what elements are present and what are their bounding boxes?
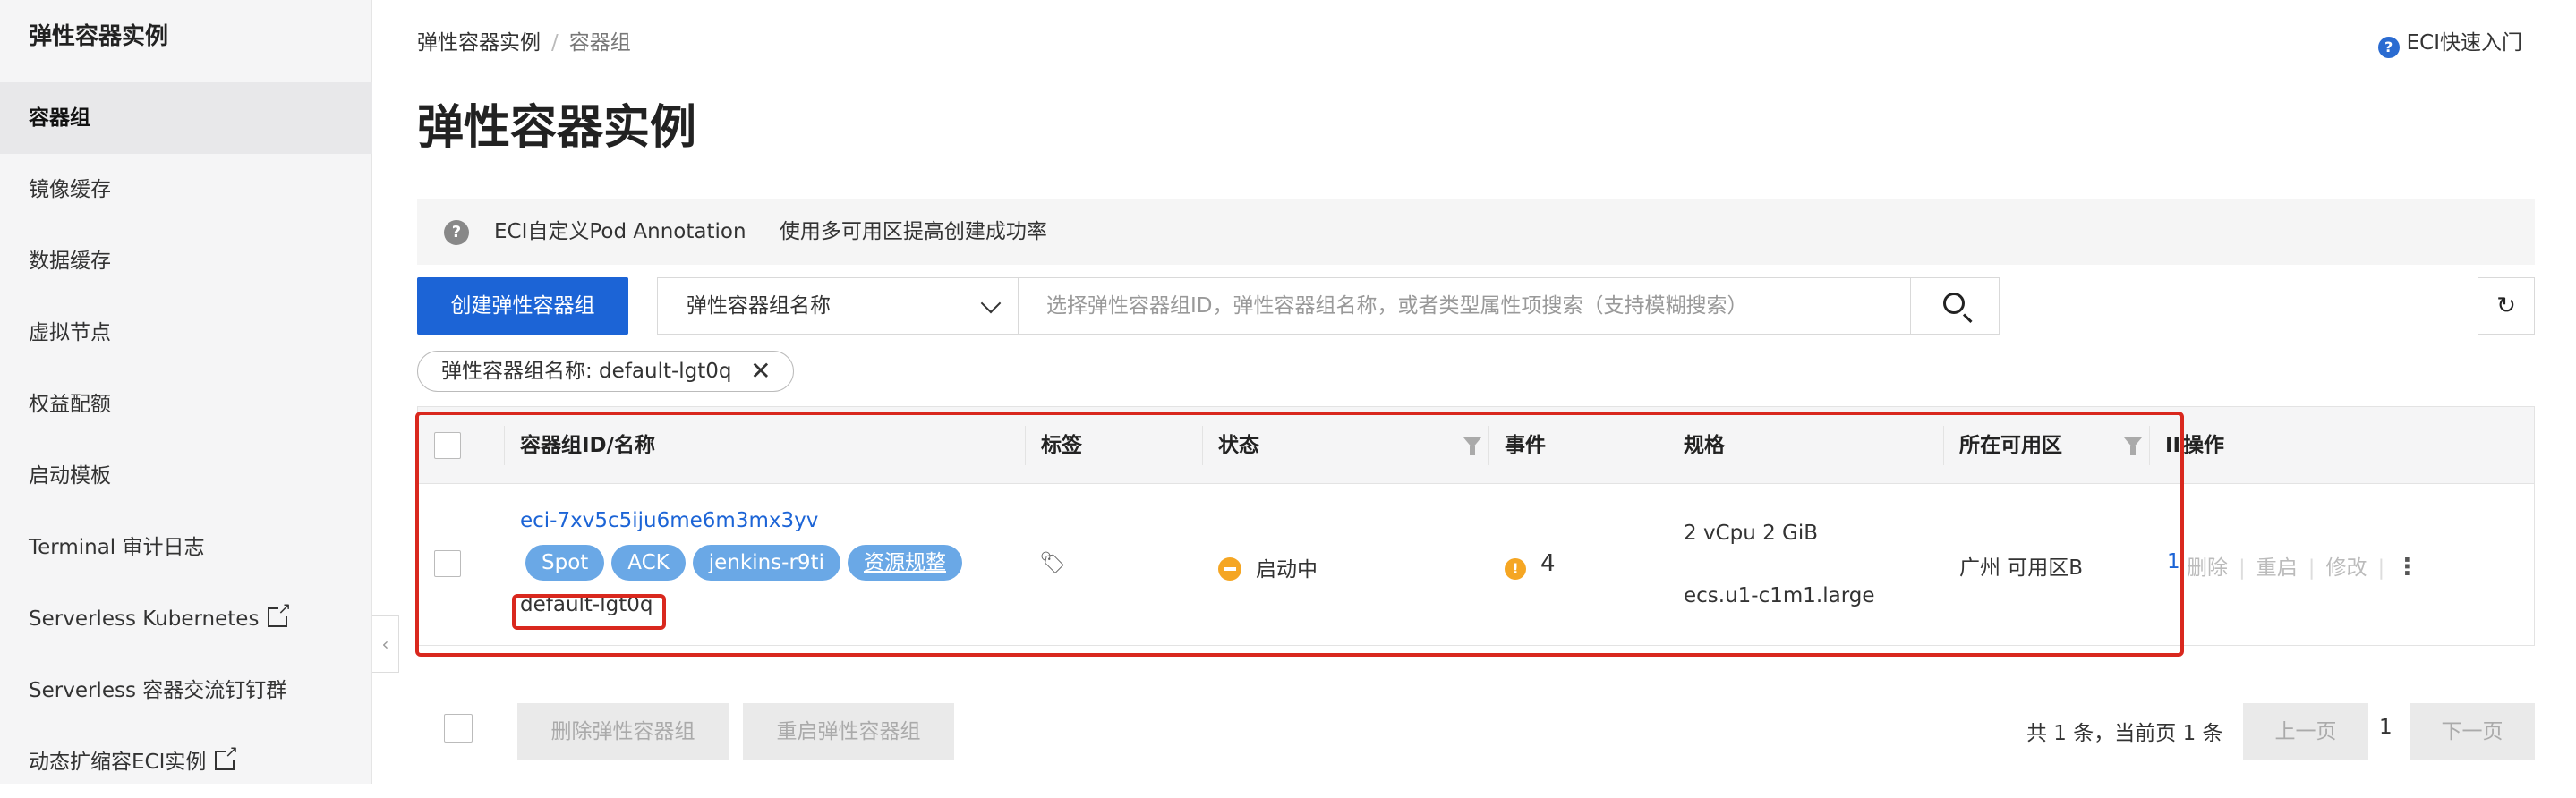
sidebar-item-label: 权益配额: [29, 393, 111, 416]
sidebar-item-label: Terminal 审计日志: [29, 536, 205, 559]
notice-link-multizone[interactable]: 使用多可用区提高创建成功率: [780, 220, 1047, 243]
restart-action[interactable]: 重启: [2256, 556, 2298, 580]
sidebar-item-label: 容器组: [29, 106, 90, 130]
close-icon[interactable]: ✕: [750, 352, 771, 391]
breadcrumb-root[interactable]: 弹性容器实例: [417, 31, 541, 55]
current-page-number[interactable]: 1: [2379, 716, 2393, 739]
highlight-box-name: [512, 594, 666, 630]
search-icon: [1943, 293, 1965, 314]
quickstart-link[interactable]: ? ECI快速入门: [2377, 25, 2522, 58]
pagination-total: 共 1 条，当前页 1 条: [2026, 722, 2223, 745]
bulk-delete-button[interactable]: 删除弹性容器组: [517, 703, 729, 760]
delete-action[interactable]: 删除: [2187, 556, 2228, 580]
sidebar-item-label: 动态扩缩容ECI实例: [29, 751, 207, 774]
highlight-box-row: [415, 412, 2184, 657]
page: 弹性容器实例 容器组 镜像缓存 数据缓存 虚拟节点 权益配额 启动模板 Term…: [0, 0, 2576, 784]
next-page-button[interactable]: 下一页: [2410, 703, 2535, 760]
sidebar-item-terminal-audit[interactable]: Terminal 审计日志: [0, 512, 372, 583]
sidebar-item-launch-template[interactable]: 启动模板: [0, 440, 372, 512]
search-button[interactable]: [1910, 277, 2000, 335]
sidebar-item-dingtalk-group[interactable]: Serverless 容器交流钉钉群: [0, 655, 372, 726]
column-header-actions: 操作: [2183, 434, 2224, 457]
breadcrumb: 弹性容器实例 / 容器组: [417, 25, 631, 55]
search-field-select[interactable]: 弹性容器组名称: [657, 277, 1019, 335]
sidebar-item-virtual-node[interactable]: 虚拟节点: [0, 297, 372, 369]
sidebar-collapse-button[interactable]: ‹: [372, 615, 399, 673]
chevron-down-icon: [980, 293, 1002, 314]
sidebar-item-label: Serverless Kubernetes: [29, 607, 260, 631]
breadcrumb-separator: /: [551, 31, 559, 55]
sidebar-item-quota[interactable]: 权益配额: [0, 369, 372, 440]
refresh-icon: ↻: [2496, 293, 2516, 319]
breadcrumb-current: 容器组: [568, 31, 631, 55]
sidebar-title: 弹性容器实例: [29, 23, 169, 50]
external-link-icon: [215, 743, 238, 770]
refresh-button[interactable]: ↻: [2478, 277, 2535, 335]
actions-cell: 删除 | 重启 | 修改 | ⋮: [2187, 554, 2419, 581]
notice-link-annotation[interactable]: ECI自定义Pod Annotation: [494, 220, 746, 243]
notice-bar: ? ECI自定义Pod Annotation 使用多可用区提高创建成功率: [417, 199, 2535, 265]
sidebar-item-label: 数据缓存: [29, 250, 111, 273]
sidebar-item-label: 虚拟节点: [29, 321, 111, 344]
search-field-value: 弹性容器组名称: [687, 294, 831, 318]
sidebar: 弹性容器实例 容器组 镜像缓存 数据缓存 虚拟节点 权益配额 启动模板 Term…: [0, 0, 372, 784]
quickstart-label: ECI快速入门: [2406, 31, 2522, 55]
sidebar-item-image-cache[interactable]: 镜像缓存: [0, 154, 372, 225]
sidebar-item-serverless-kubernetes[interactable]: Serverless Kubernetes: [0, 583, 372, 655]
active-filter-chip: 弹性容器组名称: default-lgt0q ✕: [417, 351, 794, 392]
help-icon: ?: [2377, 37, 2400, 58]
chevron-left-icon: ‹: [381, 633, 389, 655]
search-input[interactable]: 选择弹性容器组ID，弹性容器组名称，或者类型属性项搜索（支持模糊搜索）: [1018, 277, 1911, 335]
sidebar-item-label: 镜像缓存: [29, 178, 111, 201]
bulk-select-checkbox[interactable]: [444, 714, 473, 743]
bulk-restart-button[interactable]: 重启弹性容器组: [743, 703, 954, 760]
edit-action[interactable]: 修改: [2326, 556, 2367, 580]
prev-page-button[interactable]: 上一页: [2243, 703, 2368, 760]
sidebar-item-data-cache[interactable]: 数据缓存: [0, 225, 372, 297]
sidebar-item-label: 启动模板: [29, 464, 111, 488]
page-title: 弹性容器实例: [417, 101, 697, 155]
create-pod-group-button[interactable]: 创建弹性容器组: [417, 277, 628, 335]
external-link-icon: [268, 600, 291, 627]
more-icon[interactable]: ⋮: [2395, 554, 2418, 581]
filter-chip-label: 弹性容器组名称: default-lgt0q: [441, 360, 732, 383]
sidebar-item-pod-group[interactable]: 容器组: [0, 82, 372, 154]
sidebar-item-autoscaling[interactable]: 动态扩缩容ECI实例: [0, 726, 372, 798]
sidebar-item-label: Serverless 容器交流钉钉群: [29, 679, 287, 702]
question-icon: ?: [444, 220, 469, 245]
